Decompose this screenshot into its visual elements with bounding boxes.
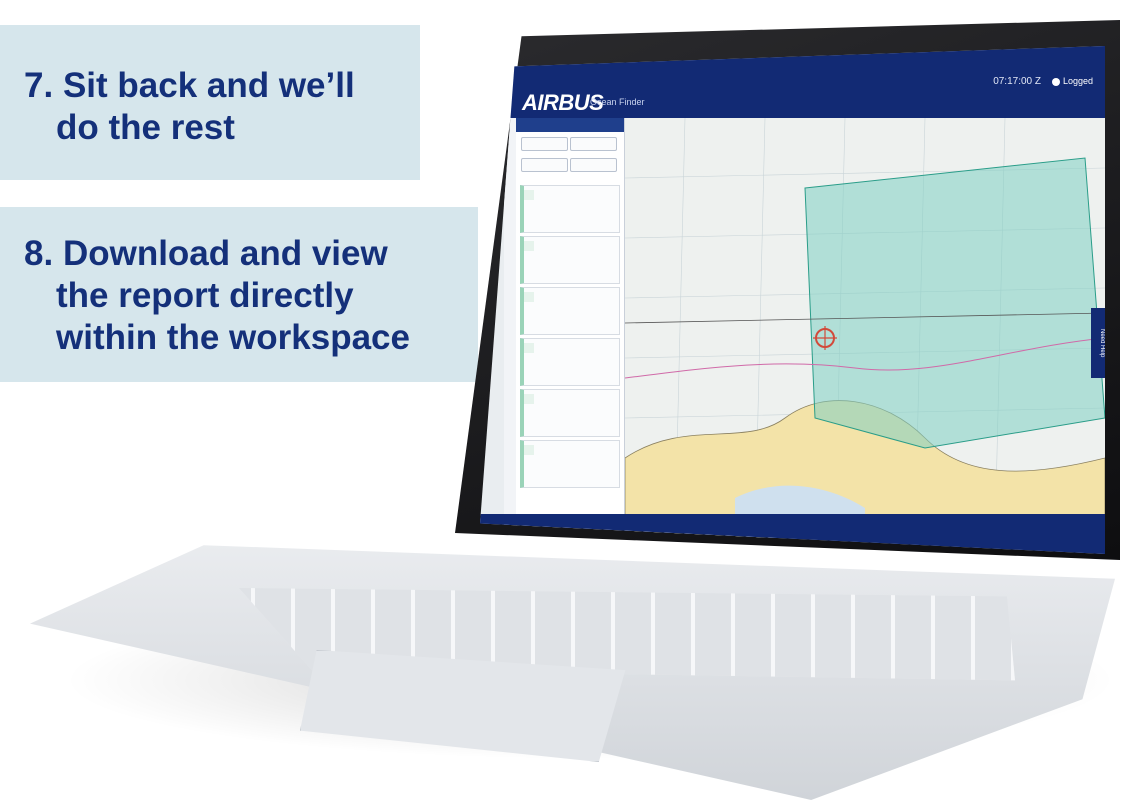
card-thumbnail	[524, 343, 534, 353]
card-thumbnail	[524, 241, 534, 251]
user-icon	[1051, 77, 1060, 86]
map-svg	[625, 118, 1105, 538]
utc-clock: 07:17:00 Z	[993, 76, 1041, 87]
user-menu[interactable]: Logged	[1051, 76, 1093, 86]
search-card[interactable]	[520, 389, 620, 437]
search-card[interactable]	[520, 338, 620, 386]
app-subtitle: Ocean Finder	[590, 97, 645, 107]
laptop-screen: AIRBUS Ocean Finder 07:17:00 Z Logged Ne…	[480, 46, 1105, 554]
search-panel	[516, 118, 625, 538]
step-8-panel: 8. Download and view the report directly…	[0, 207, 478, 382]
nautical-map[interactable]: Need Help	[625, 118, 1105, 538]
need-help-tab[interactable]: Need Help	[1091, 308, 1105, 378]
step-7-title: 7. Sit back and we’ll do the rest	[24, 66, 355, 147]
panel-button-2[interactable]	[570, 137, 617, 151]
step-7-panel: 7. Sit back and we’ll do the rest	[0, 25, 420, 180]
search-card[interactable]	[520, 440, 620, 488]
search-card[interactable]	[520, 236, 620, 284]
card-thumbnail	[524, 445, 534, 455]
panel-button-1[interactable]	[521, 137, 568, 151]
card-thumbnail	[524, 394, 534, 404]
card-thumbnail	[524, 292, 534, 302]
panel-header	[516, 118, 624, 132]
panel-button-4[interactable]	[570, 158, 617, 172]
card-thumbnail	[524, 190, 534, 200]
search-card[interactable]	[520, 287, 620, 335]
search-area-polygon[interactable]	[804, 157, 1105, 449]
search-card[interactable]	[520, 185, 620, 233]
step-8-title: 8. Download and view the report directly…	[24, 234, 410, 357]
panel-button-3[interactable]	[521, 158, 568, 172]
